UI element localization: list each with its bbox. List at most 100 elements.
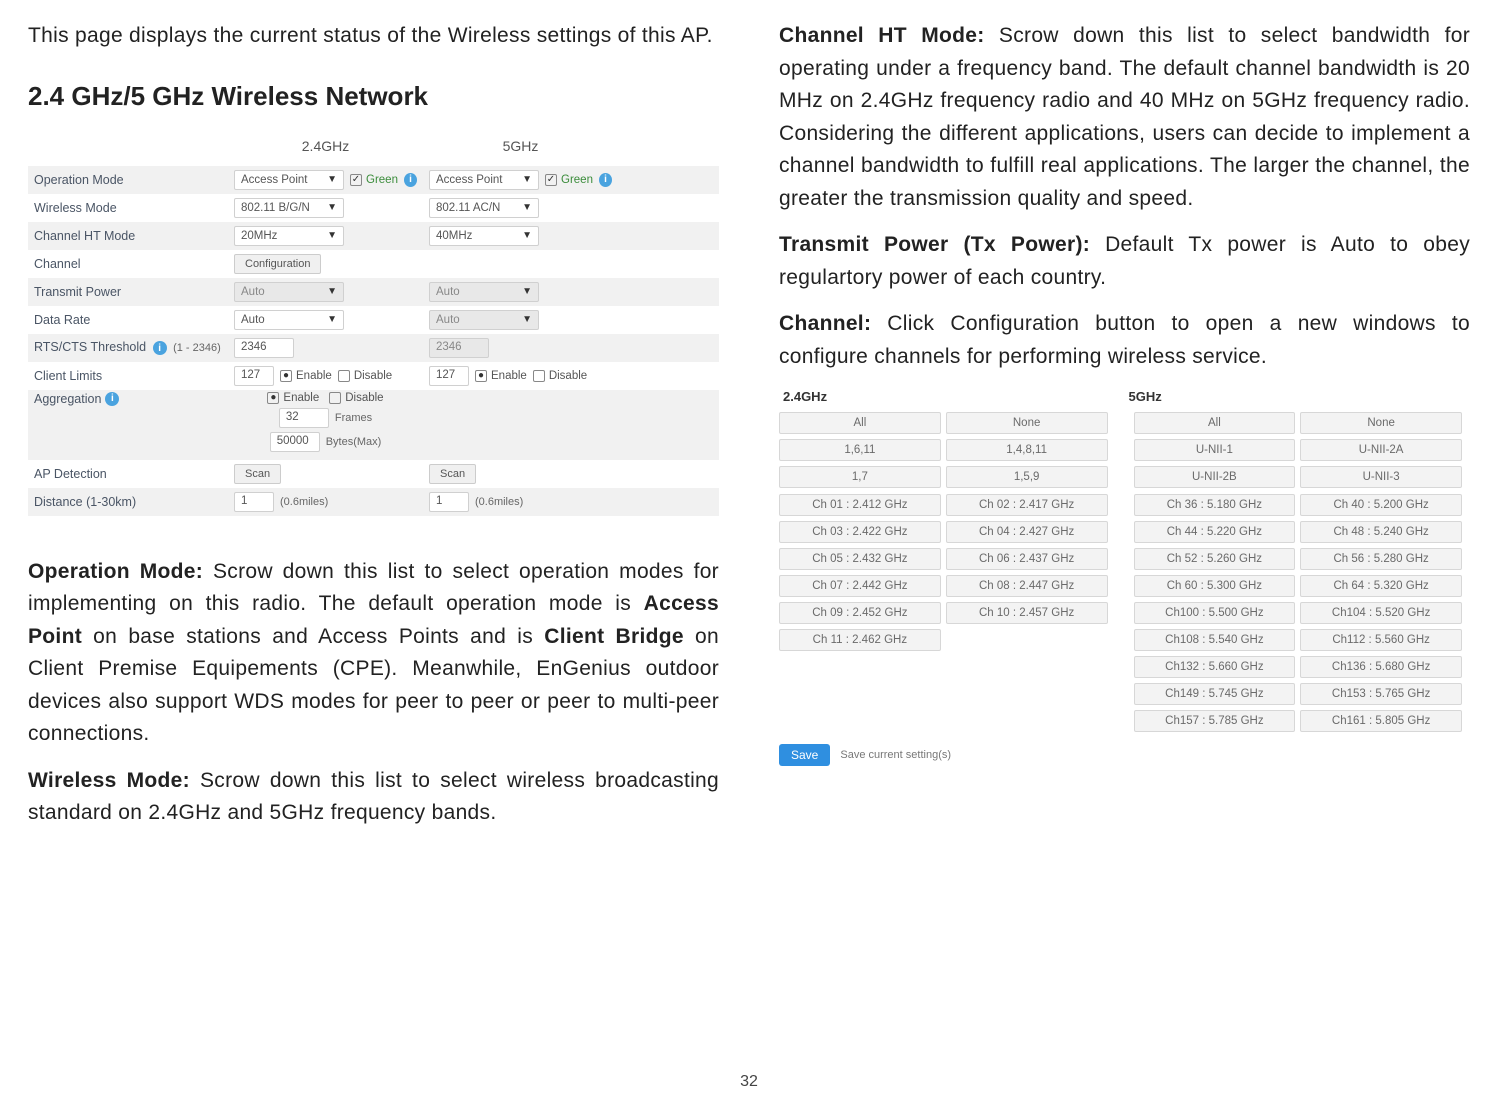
channel-group-24-4[interactable]: 1,7 (779, 466, 941, 488)
channel-config-panel: 2.4GHz 5GHz AllNone1,6,111,4,8,111,71,5,… (779, 387, 1470, 766)
client-limit-24-input[interactable]: 127 (234, 366, 274, 386)
bytes-label: Bytes(Max) (326, 436, 382, 448)
distance-5-input[interactable]: 1 (429, 492, 469, 512)
channel-24-6[interactable]: Ch 07 : 2.442 GHz (779, 575, 941, 597)
client-limit-5-input[interactable]: 127 (429, 366, 469, 386)
channel-5-6[interactable]: Ch 60 : 5.300 GHz (1134, 575, 1296, 597)
paragraph-operation-mode: Operation Mode: Scrow down this list to … (28, 556, 719, 751)
channel-group-5-1[interactable]: None (1300, 412, 1462, 434)
chevron-down-icon: ▼ (522, 174, 532, 185)
row-label-distance: Distance (1-30km) (28, 495, 228, 509)
channel-24-4[interactable]: Ch 05 : 2.432 GHz (779, 548, 941, 570)
green-check-24[interactable]: ✓Green (350, 174, 398, 186)
page-number: 32 (740, 1073, 758, 1091)
channel-24-8[interactable]: Ch 09 : 2.452 GHz (779, 602, 941, 624)
chevron-down-icon: ▼ (522, 202, 532, 213)
channel-24-0[interactable]: Ch 01 : 2.412 GHz (779, 494, 941, 516)
channel-24-9[interactable]: Ch 10 : 2.457 GHz (946, 602, 1108, 624)
channel-5-4[interactable]: Ch 52 : 5.260 GHz (1134, 548, 1296, 570)
channel-5-5[interactable]: Ch 56 : 5.280 GHz (1300, 548, 1462, 570)
distance-24-input[interactable]: 1 (234, 492, 274, 512)
channel-ht-24-select[interactable]: 20MHz▼ (234, 226, 344, 246)
row-label-data-rate: Data Rate (28, 313, 228, 327)
frames-label: Frames (335, 412, 372, 424)
info-icon[interactable]: i (599, 173, 612, 187)
aggregation-disable[interactable]: Disable (329, 392, 383, 404)
wireless-mode-5-select[interactable]: 802.11 AC/N▼ (429, 198, 539, 218)
channel-group-24-5[interactable]: 1,5,9 (946, 466, 1108, 488)
rtscts-24-input[interactable]: 2346 (234, 338, 294, 358)
channel-5-10[interactable]: Ch108 : 5.540 GHz (1134, 629, 1296, 651)
datarate-24-select[interactable]: Auto▼ (234, 310, 344, 330)
channel-5-16[interactable]: Ch157 : 5.785 GHz (1134, 710, 1296, 732)
channel-group-5-2[interactable]: U-NII-1 (1134, 439, 1296, 461)
channel-5-12[interactable]: Ch132 : 5.660 GHz (1134, 656, 1296, 678)
channel-24-3[interactable]: Ch 04 : 2.427 GHz (946, 521, 1108, 543)
chevron-down-icon: ▼ (327, 286, 337, 297)
channel-group-5-4[interactable]: U-NII-2B (1134, 466, 1296, 488)
client-limit-24-disable[interactable]: Disable (338, 370, 392, 382)
operation-mode-24-select[interactable]: Access Point▼ (234, 170, 344, 190)
channel-group-5-3[interactable]: U-NII-2A (1300, 439, 1462, 461)
channel-24-10[interactable]: Ch 11 : 2.462 GHz (779, 629, 941, 651)
scan-button-24[interactable]: Scan (234, 464, 281, 484)
scan-button-5[interactable]: Scan (429, 464, 476, 484)
channel-5-1[interactable]: Ch 40 : 5.200 GHz (1300, 494, 1462, 516)
channel-5-8[interactable]: Ch100 : 5.500 GHz (1134, 602, 1296, 624)
operation-mode-5-select[interactable]: Access Point▼ (429, 170, 539, 190)
txpower-24-select[interactable]: Auto▼ (234, 282, 344, 302)
channel-5-0[interactable]: Ch 36 : 5.180 GHz (1134, 494, 1296, 516)
info-icon[interactable]: i (404, 173, 417, 187)
channel-24-2[interactable]: Ch 03 : 2.422 GHz (779, 521, 941, 543)
channel-5-7[interactable]: Ch 64 : 5.320 GHz (1300, 575, 1462, 597)
channel-group-24-0[interactable]: All (779, 412, 941, 434)
row-label-client-limits: Client Limits (28, 369, 228, 383)
datarate-5-select[interactable]: Auto▼ (429, 310, 539, 330)
channel-5-3[interactable]: Ch 48 : 5.240 GHz (1300, 521, 1462, 543)
row-label-operation-mode: Operation Mode (28, 173, 228, 187)
section-heading: 2.4 GHz/5 GHz Wireless Network (28, 81, 719, 112)
wireless-settings-panel: 2.4GHz 5GHz Operation Mode Access Point▼… (28, 130, 719, 516)
aggregation-bytes-input[interactable]: 50000 (270, 432, 320, 452)
info-icon[interactable]: i (105, 392, 119, 406)
channel-group-5-0[interactable]: All (1134, 412, 1296, 434)
channel-24-5[interactable]: Ch 06 : 2.437 GHz (946, 548, 1108, 570)
channel-5-11[interactable]: Ch112 : 5.560 GHz (1300, 629, 1462, 651)
channel-group-24-1[interactable]: None (946, 412, 1108, 434)
txpower-5-select[interactable]: Auto▼ (429, 282, 539, 302)
green-check-5[interactable]: ✓Green (545, 174, 593, 186)
channel-5-14[interactable]: Ch149 : 5.745 GHz (1134, 683, 1296, 705)
chevron-down-icon: ▼ (522, 230, 532, 241)
channel-group-24-2[interactable]: 1,6,11 (779, 439, 941, 461)
client-limit-5-disable[interactable]: Disable (533, 370, 587, 382)
channel-header-5: 5GHz (1125, 387, 1471, 412)
aggregation-frames-input[interactable]: 32 (279, 408, 329, 428)
channel-5-17[interactable]: Ch161 : 5.805 GHz (1300, 710, 1462, 732)
channel-group-24-3[interactable]: 1,4,8,11 (946, 439, 1108, 461)
distance-miles-24: (0.6miles) (280, 496, 328, 508)
channel-5-9[interactable]: Ch104 : 5.520 GHz (1300, 602, 1462, 624)
channel-24-7[interactable]: Ch 08 : 2.447 GHz (946, 575, 1108, 597)
channel-5-13[interactable]: Ch136 : 5.680 GHz (1300, 656, 1462, 678)
rtscts-5-input[interactable]: 2346 (429, 338, 489, 358)
chevron-down-icon: ▼ (327, 230, 337, 241)
wireless-mode-24-select[interactable]: 802.11 B/G/N▼ (234, 198, 344, 218)
chevron-down-icon: ▼ (327, 202, 337, 213)
chevron-down-icon: ▼ (327, 174, 337, 185)
channel-group-5-5[interactable]: U-NII-3 (1300, 466, 1462, 488)
chevron-down-icon: ▼ (522, 314, 532, 325)
client-limit-24-enable[interactable]: ●Enable (280, 370, 332, 382)
info-icon[interactable]: i (153, 341, 167, 355)
aggregation-enable[interactable]: ●Enable (267, 392, 319, 404)
channel-ht-5-select[interactable]: 40MHz▼ (429, 226, 539, 246)
channel-5-2[interactable]: Ch 44 : 5.220 GHz (1134, 521, 1296, 543)
channel-24-1[interactable]: Ch 02 : 2.417 GHz (946, 494, 1108, 516)
channel-config-button[interactable]: Configuration (234, 254, 321, 274)
save-button[interactable]: Save (779, 744, 830, 766)
row-label-ap-detection: AP Detection (28, 467, 228, 481)
intro-text: This page displays the current status of… (28, 20, 719, 53)
chevron-down-icon: ▼ (522, 286, 532, 297)
channel-5-15[interactable]: Ch153 : 5.765 GHz (1300, 683, 1462, 705)
client-limit-5-enable[interactable]: ●Enable (475, 370, 527, 382)
distance-miles-5: (0.6miles) (475, 496, 523, 508)
